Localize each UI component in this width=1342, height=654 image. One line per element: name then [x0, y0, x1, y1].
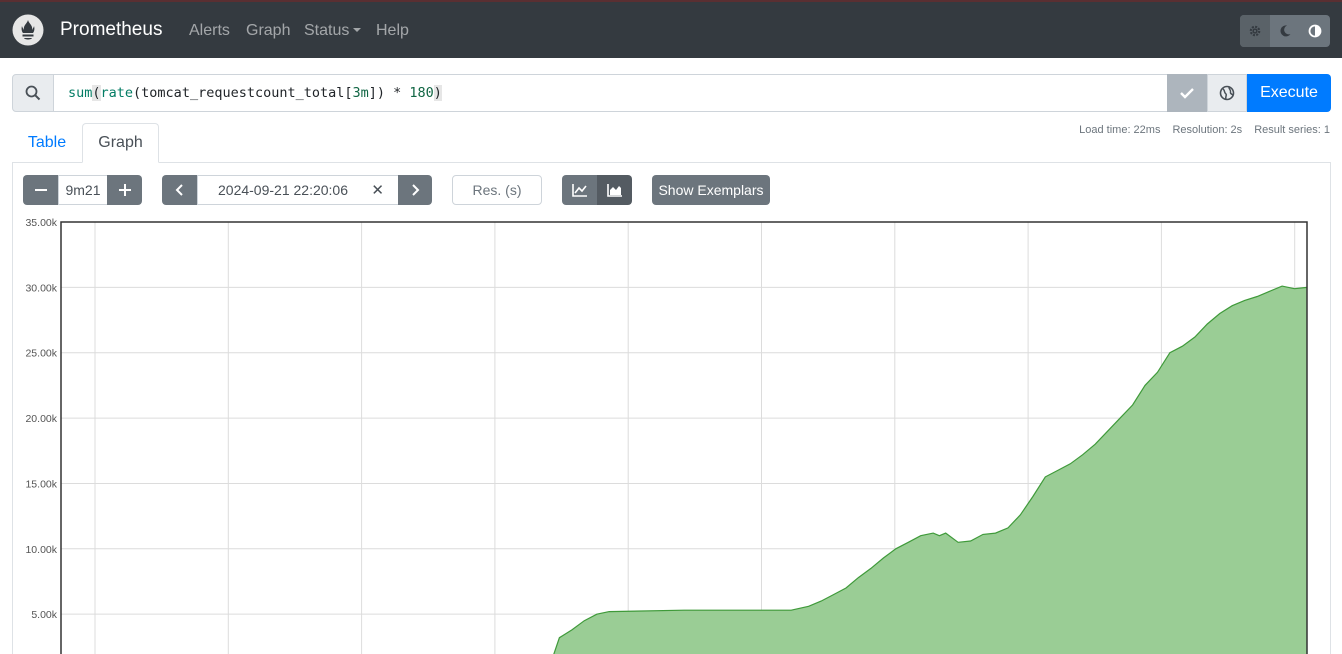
query-bar: sum(rate(tomcat_requestcount_total[3m]) … — [12, 74, 1331, 112]
nav-status[interactable]: Status — [304, 22, 362, 40]
result-series: Result series: 1 — [1254, 124, 1330, 136]
tabs-divider — [12, 162, 1331, 163]
globe-icon — [1219, 85, 1235, 101]
expr-token-paren-close: ) — [433, 85, 442, 101]
open-metrics-explorer-button[interactable] — [1207, 74, 1247, 112]
nav-help[interactable]: Help — [376, 22, 409, 40]
area-chart-icon — [606, 184, 622, 197]
unstacked-chart-button[interactable] — [562, 175, 597, 205]
chevron-left-icon — [175, 184, 183, 196]
chevron-down-icon — [353, 28, 362, 32]
y-tick-label: 15.00k — [25, 478, 57, 490]
nav-graph[interactable]: Graph — [246, 22, 290, 40]
gear-icon — [1249, 25, 1261, 37]
end-time-input[interactable]: 2024-09-21 22:20:06 ✕ — [197, 175, 399, 205]
contrast-icon — [1308, 24, 1322, 38]
clear-icon[interactable]: ✕ — [371, 181, 384, 199]
expr-token-number: 180 — [409, 85, 434, 101]
theme-auto-button[interactable] — [1300, 15, 1330, 47]
show-exemplars-button[interactable]: Show Exemplars — [652, 175, 770, 205]
resolution: Resolution: 2s — [1172, 124, 1243, 136]
chevron-right-icon — [412, 184, 420, 196]
query-stats: Load time: 22ms Resolution: 2s Result se… — [1079, 124, 1330, 136]
nav-status-label: Status — [304, 22, 350, 39]
y-tick-label: 5.00k — [31, 609, 57, 621]
line-chart-icon — [571, 184, 587, 197]
minus-icon — [35, 189, 47, 191]
theme-light-button[interactable] — [1240, 15, 1270, 47]
decrease-range-button[interactable] — [23, 175, 59, 205]
brand-title[interactable]: Prometheus — [60, 19, 162, 41]
previous-time-button[interactable] — [162, 175, 198, 205]
next-time-button[interactable] — [398, 175, 432, 205]
top-navbar: Prometheus Alerts Graph Status Help — [0, 0, 1342, 58]
expr-token-paren: ( — [92, 85, 101, 101]
load-time: Load time: 22ms — [1079, 124, 1161, 136]
series-fill — [553, 286, 1307, 654]
stacked-chart-button[interactable] — [597, 175, 632, 205]
moon-icon — [1280, 25, 1291, 37]
y-tick-label: 10.00k — [25, 544, 57, 556]
series-area[interactable] — [61, 285, 1308, 654]
y-axis-ticks: 35.00k 30.00k 25.00k 20.00k 15.00k 10.00k 5.00… — [25, 217, 57, 621]
check-icon — [1180, 88, 1194, 99]
y-tick-label: 35.00k — [25, 217, 57, 229]
y-tick-label: 30.00k — [25, 282, 57, 294]
resolution-input[interactable]: Res. (s) — [452, 175, 542, 205]
search-icon — [25, 85, 41, 101]
y-tick-label: 20.00k — [25, 413, 57, 425]
graph-chart: 35.00k 30.00k 25.00k 20.00k 15.00k 10.00k 5.00… — [25, 217, 1308, 654]
expr-token-sum: sum — [68, 85, 93, 101]
plus-icon — [118, 184, 131, 196]
tab-table[interactable]: Table — [12, 123, 82, 163]
theme-toggle-group — [1240, 15, 1330, 47]
range-input[interactable]: 9m21 — [58, 175, 108, 205]
end-time-value: 2024-09-21 22:20:06 — [218, 182, 348, 198]
increase-range-button[interactable] — [107, 175, 142, 205]
tab-graph[interactable]: Graph — [82, 123, 159, 163]
expr-token-operator: ]) * — [368, 85, 410, 101]
theme-dark-button[interactable] — [1270, 15, 1300, 47]
expr-token-rate: rate — [100, 85, 134, 101]
expression-input[interactable]: sum(rate(tomcat_requestcount_total[3m]) … — [53, 74, 1168, 112]
prometheus-logo-icon[interactable] — [12, 14, 44, 46]
expr-token-duration: 3m — [352, 85, 369, 101]
nav-alerts[interactable]: Alerts — [189, 22, 230, 40]
expr-token-metric: (tomcat_requestcount_total[ — [133, 85, 353, 101]
metrics-explorer-button[interactable] — [1167, 74, 1207, 112]
execute-button[interactable]: Execute — [1247, 74, 1331, 112]
search-addon — [12, 74, 54, 112]
y-tick-label: 25.00k — [25, 348, 57, 360]
